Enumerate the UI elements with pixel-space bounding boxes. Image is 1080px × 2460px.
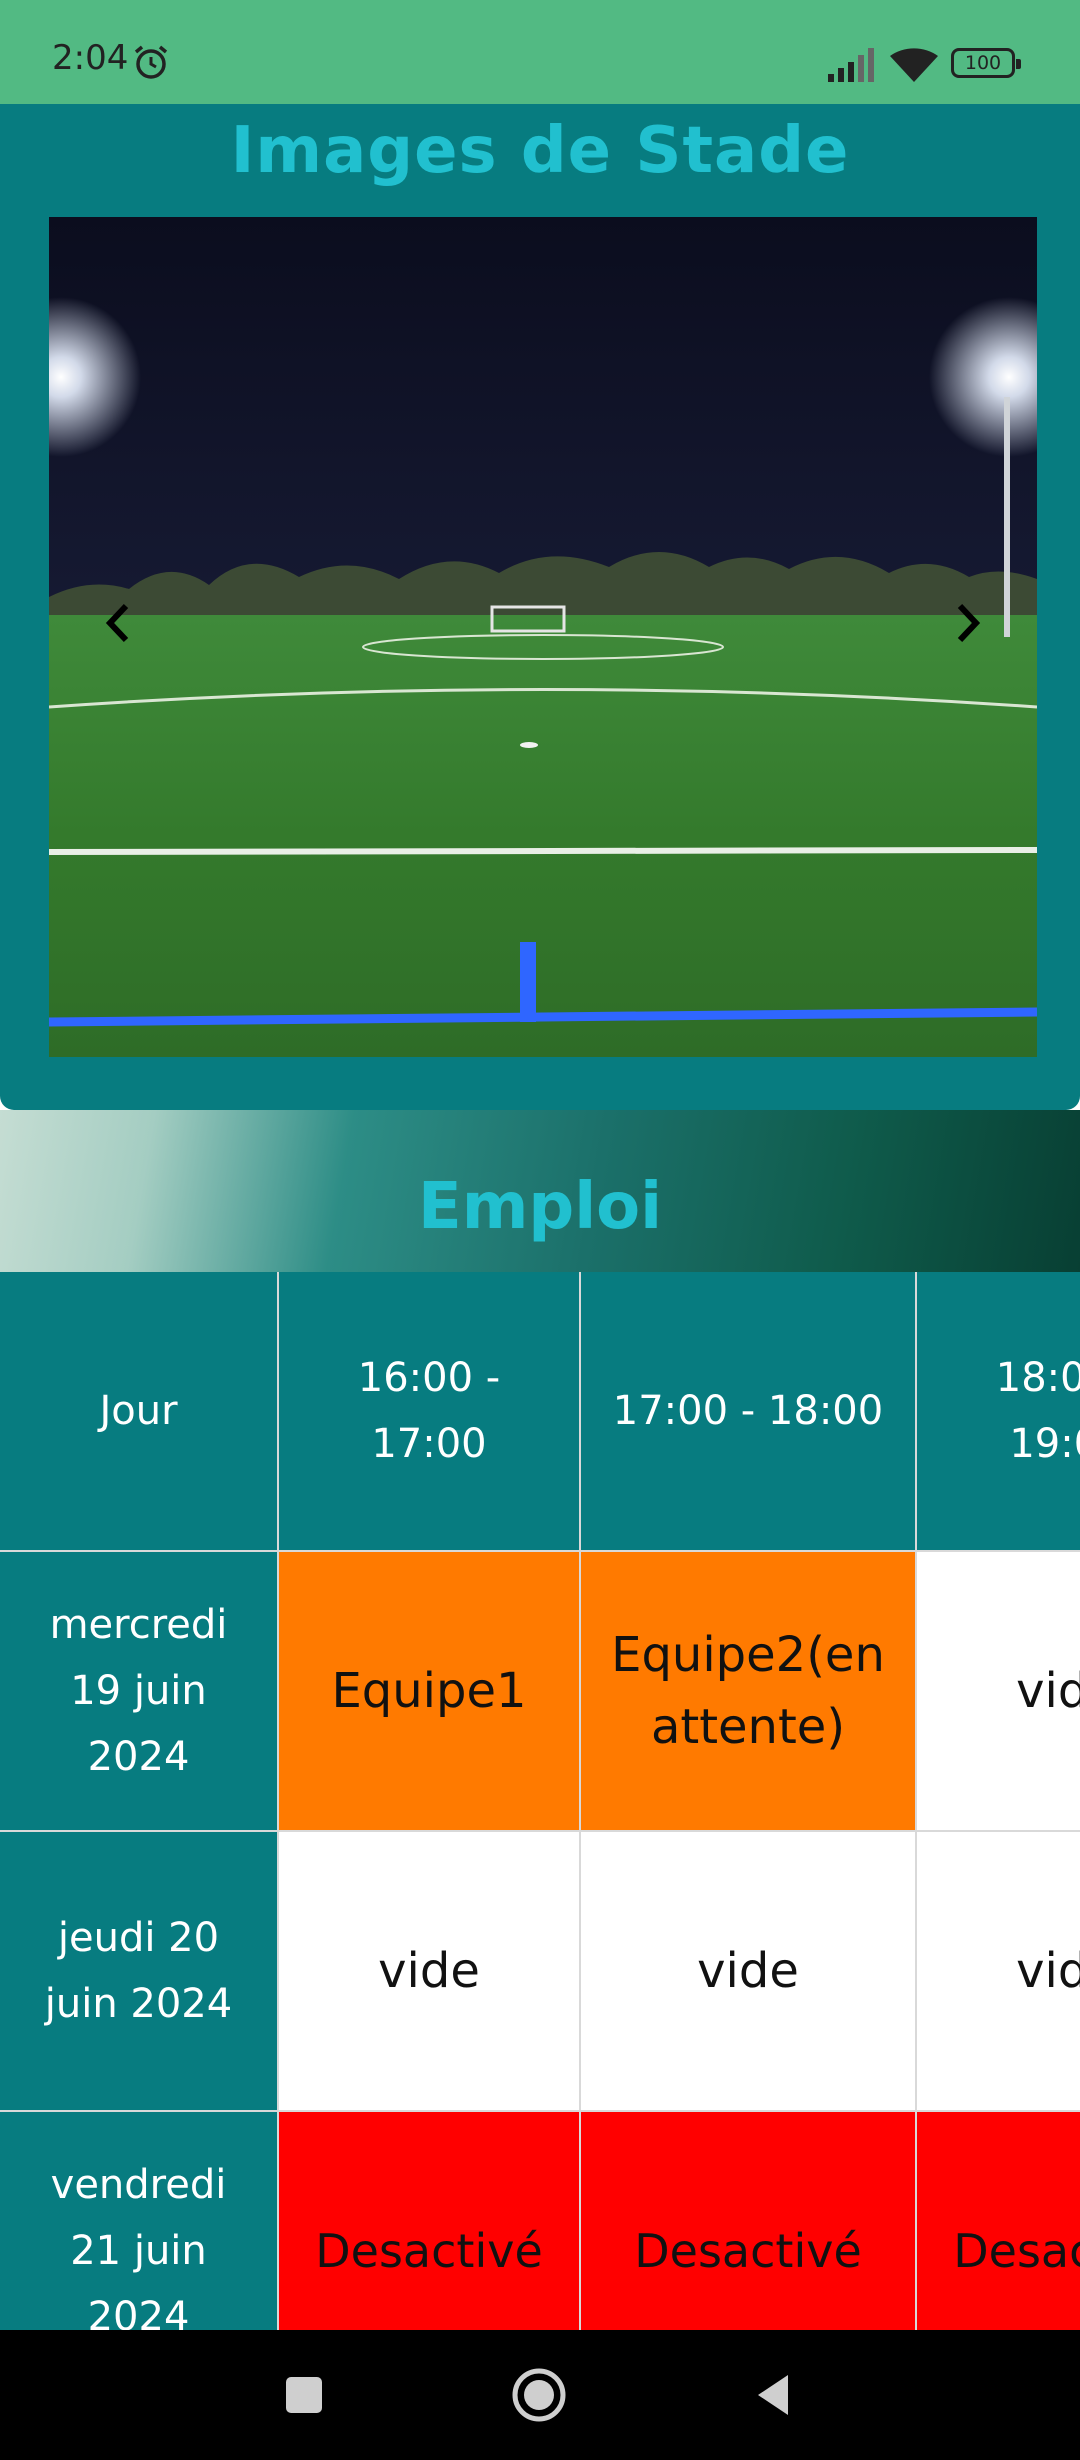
gallery-title: Images de Stade (230, 114, 850, 188)
column-header-slot-2: 17:00 - 18:00 (581, 1272, 917, 1552)
row-day-2: jeudi 20 juin 2024 (0, 1832, 279, 2112)
signal-icon (828, 48, 874, 82)
slot-cell[interactable]: vide (917, 1832, 1080, 2112)
recents-square-icon[interactable] (276, 2367, 332, 2423)
slot-cell[interactable]: vide (279, 1832, 581, 2112)
back-triangle-icon[interactable] (746, 2367, 802, 2423)
slot-cell[interactable]: vide (917, 1552, 1080, 1832)
slot-cell[interactable]: Desactivé (279, 2112, 581, 2330)
alarm-icon (134, 45, 168, 79)
schedule-table: Jour 16:00 - 17:00 17:00 - 18:00 18:00 -… (0, 1272, 1080, 2330)
row-day-3: vendredi 21 juin 2024 (0, 2112, 279, 2330)
column-header-slot-1: 16:00 - 17:00 (279, 1272, 581, 1552)
schedule-title: Emploi (417, 1170, 663, 1244)
row-day-1: mercredi 19 juin 2024 (0, 1552, 279, 1832)
chevron-left-icon[interactable] (94, 598, 144, 648)
slot-cell[interactable]: Desactivé (917, 2112, 1080, 2330)
slot-cell[interactable]: Equipe2(en attente) (581, 1552, 917, 1832)
schedule-banner: Emploi (0, 1110, 1080, 1272)
status-time: 2:04 (52, 38, 129, 78)
stadium-photo[interactable] (49, 217, 1037, 1057)
slot-cell[interactable]: vide (581, 1832, 917, 2112)
status-bar: 2:04 100 (0, 0, 1080, 104)
slot-cell[interactable]: Equipe1 (279, 1552, 581, 1832)
stadium-gallery-panel: Images de Stade (0, 104, 1080, 1110)
slot-cell[interactable]: Desactivé (581, 2112, 917, 2330)
column-header-day: Jour (0, 1272, 279, 1552)
chevron-right-icon[interactable] (942, 598, 992, 648)
home-circle-icon[interactable] (511, 2367, 567, 2423)
column-header-slot-3: 18:00 - 19:00 (917, 1272, 1080, 1552)
wifi-icon (890, 48, 938, 82)
system-nav-bar (0, 2330, 1080, 2460)
battery-icon: 100 (951, 48, 1021, 78)
